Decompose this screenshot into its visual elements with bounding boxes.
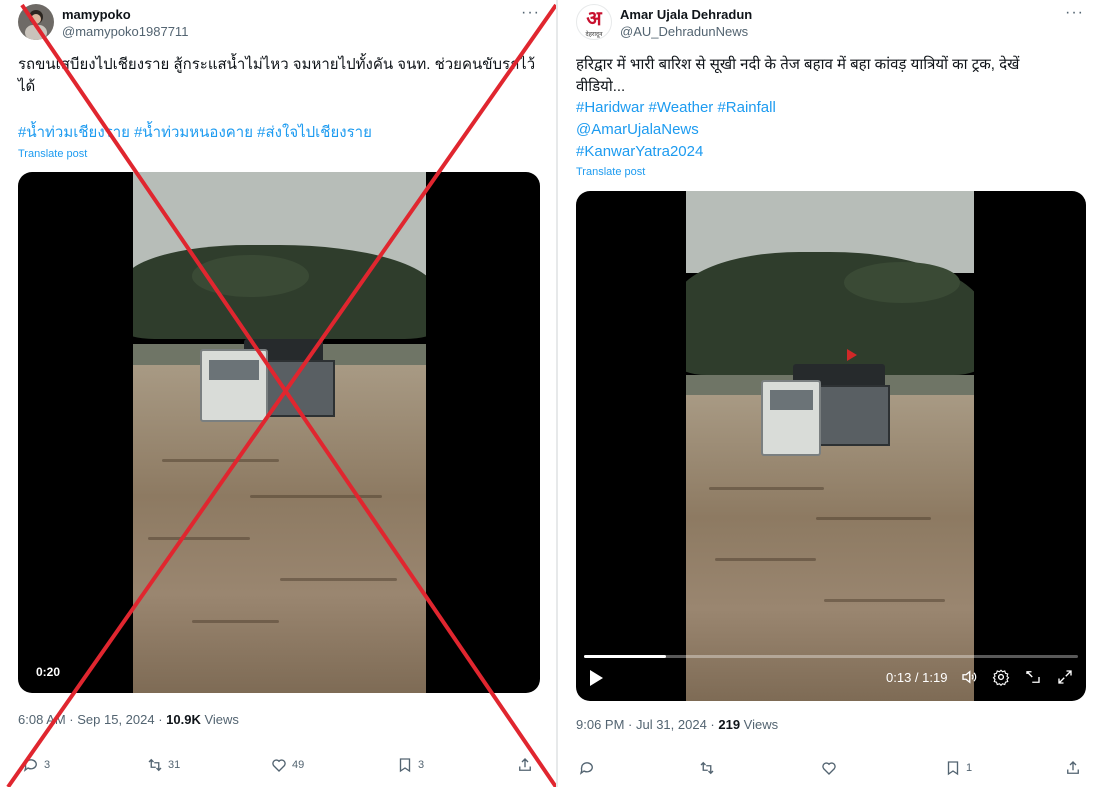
tweet-text-line: รถขนเสบียงไปเชียงราย สู้กระแสน้ำไม่ไหว จ…: [18, 56, 536, 73]
right-tweet: अ देहरादून Amar Ujala Dehradun @AU_Dehra…: [558, 0, 1100, 787]
views-count: 10.9K: [166, 712, 201, 727]
tweet-text: รถขนเสบียงไปเชียงราย สู้กระแสน้ำไม่ไหว จ…: [18, 54, 548, 98]
left-tweet: mamypoko @mamypoko1987711 ··· รถขนเสบียง…: [0, 0, 556, 787]
repost-count: 31: [168, 759, 181, 771]
tweet-text: हरिद्वार में भारी बारिश से सूखी नदी के त…: [576, 54, 1091, 98]
timestamp[interactable]: 9:06 PM · Jul 31, 2024 ·: [576, 717, 718, 732]
like-button[interactable]: [820, 759, 838, 777]
video-controls: 0:13 / 1:19: [576, 645, 1086, 701]
bookmark-icon: [947, 761, 959, 776]
action-bar: 1: [576, 759, 1086, 783]
logo-subtext: देहरादून: [585, 32, 603, 38]
mention-link[interactable]: @AmarUjalaNews: [576, 119, 699, 141]
video-progress-bar[interactable]: [584, 655, 1078, 658]
settings-icon[interactable]: [992, 668, 1010, 691]
bookmark-button[interactable]: 3: [396, 756, 424, 774]
views-label: Views: [740, 717, 779, 732]
hashtags[interactable]: #น้ำท่วมเชียงราย #น้ำท่วมหนองคาย #ส่งใจไ…: [18, 122, 372, 144]
picture-in-picture-icon[interactable]: [1024, 668, 1042, 691]
more-icon[interactable]: ···: [521, 4, 540, 22]
video-player[interactable]: 0:13 / 1:19: [576, 191, 1086, 701]
tweet-text-line: ได้: [18, 78, 36, 95]
bookmark-count: 1: [966, 762, 973, 774]
views-count: 219: [718, 717, 741, 732]
repost-icon: [700, 761, 714, 775]
amar-ujala-logo: अ: [586, 8, 602, 30]
tweet-text-line: हरिद्वार में भारी बारिश से सूखी नदी के त…: [576, 56, 1020, 73]
like-count: 49: [292, 759, 305, 771]
views-label: Views: [200, 712, 239, 727]
translate-link[interactable]: Translate post: [18, 148, 87, 160]
share-icon: [519, 758, 531, 771]
tweet-header: अ देहरादून Amar Ujala Dehradun @AU_Dehra…: [576, 4, 1088, 44]
like-button[interactable]: 49: [270, 756, 304, 774]
tweet-text-line: वीडियो...: [576, 78, 626, 95]
video-progress-fill: [584, 655, 667, 658]
repost-button[interactable]: 31: [146, 756, 180, 774]
video-player[interactable]: 0:20: [18, 172, 540, 693]
action-bar: 3 31 49 3: [18, 756, 542, 780]
video-frame: [133, 172, 426, 693]
play-icon[interactable]: [588, 669, 604, 692]
repost-button[interactable]: [698, 759, 716, 777]
author-name[interactable]: Amar Ujala Dehradun: [620, 7, 752, 22]
bookmark-count: 3: [418, 759, 425, 771]
hashtag-link[interactable]: #KanwarYatra2024: [576, 141, 703, 163]
author-handle[interactable]: @AU_DehradunNews: [620, 24, 748, 39]
reply-button[interactable]: [578, 759, 596, 777]
author-handle[interactable]: @mamypoko1987711: [62, 24, 188, 39]
author-name[interactable]: mamypoko: [62, 7, 131, 22]
reply-icon: [579, 762, 593, 775]
reply-icon: [23, 759, 37, 772]
share-icon: [1067, 761, 1079, 774]
translate-link[interactable]: Translate post: [576, 166, 645, 178]
reply-count: 3: [44, 759, 51, 771]
heart-icon: [822, 762, 836, 775]
tweet-meta: 9:06 PM · Jul 31, 2024 · 219 Views: [576, 717, 778, 732]
avatar[interactable]: अ देहरादून: [576, 4, 612, 40]
tweet-meta: 6:08 AM · Sep 15, 2024 · 10.9K Views: [18, 712, 239, 727]
more-icon[interactable]: ···: [1065, 4, 1084, 22]
tweet-header: mamypoko @mamypoko1987711 ···: [18, 4, 544, 44]
hashtags[interactable]: #Haridwar #Weather #Rainfall: [576, 97, 776, 119]
video-time: 0:13 / 1:19: [886, 670, 948, 685]
avatar[interactable]: [18, 4, 54, 40]
share-button[interactable]: [516, 756, 534, 774]
heart-icon: [272, 759, 286, 772]
volume-icon[interactable]: [960, 668, 978, 691]
video-duration: 0:20: [36, 665, 61, 679]
bookmark-button[interactable]: 1: [944, 759, 972, 777]
timestamp[interactable]: 6:08 AM · Sep 15, 2024 ·: [18, 712, 166, 727]
fullscreen-icon[interactable]: [1056, 668, 1074, 691]
bookmark-icon: [399, 758, 411, 773]
reply-button[interactable]: 3: [22, 756, 50, 774]
video-frame: [686, 191, 974, 701]
share-button[interactable]: [1064, 759, 1082, 777]
repost-icon: [148, 758, 162, 772]
